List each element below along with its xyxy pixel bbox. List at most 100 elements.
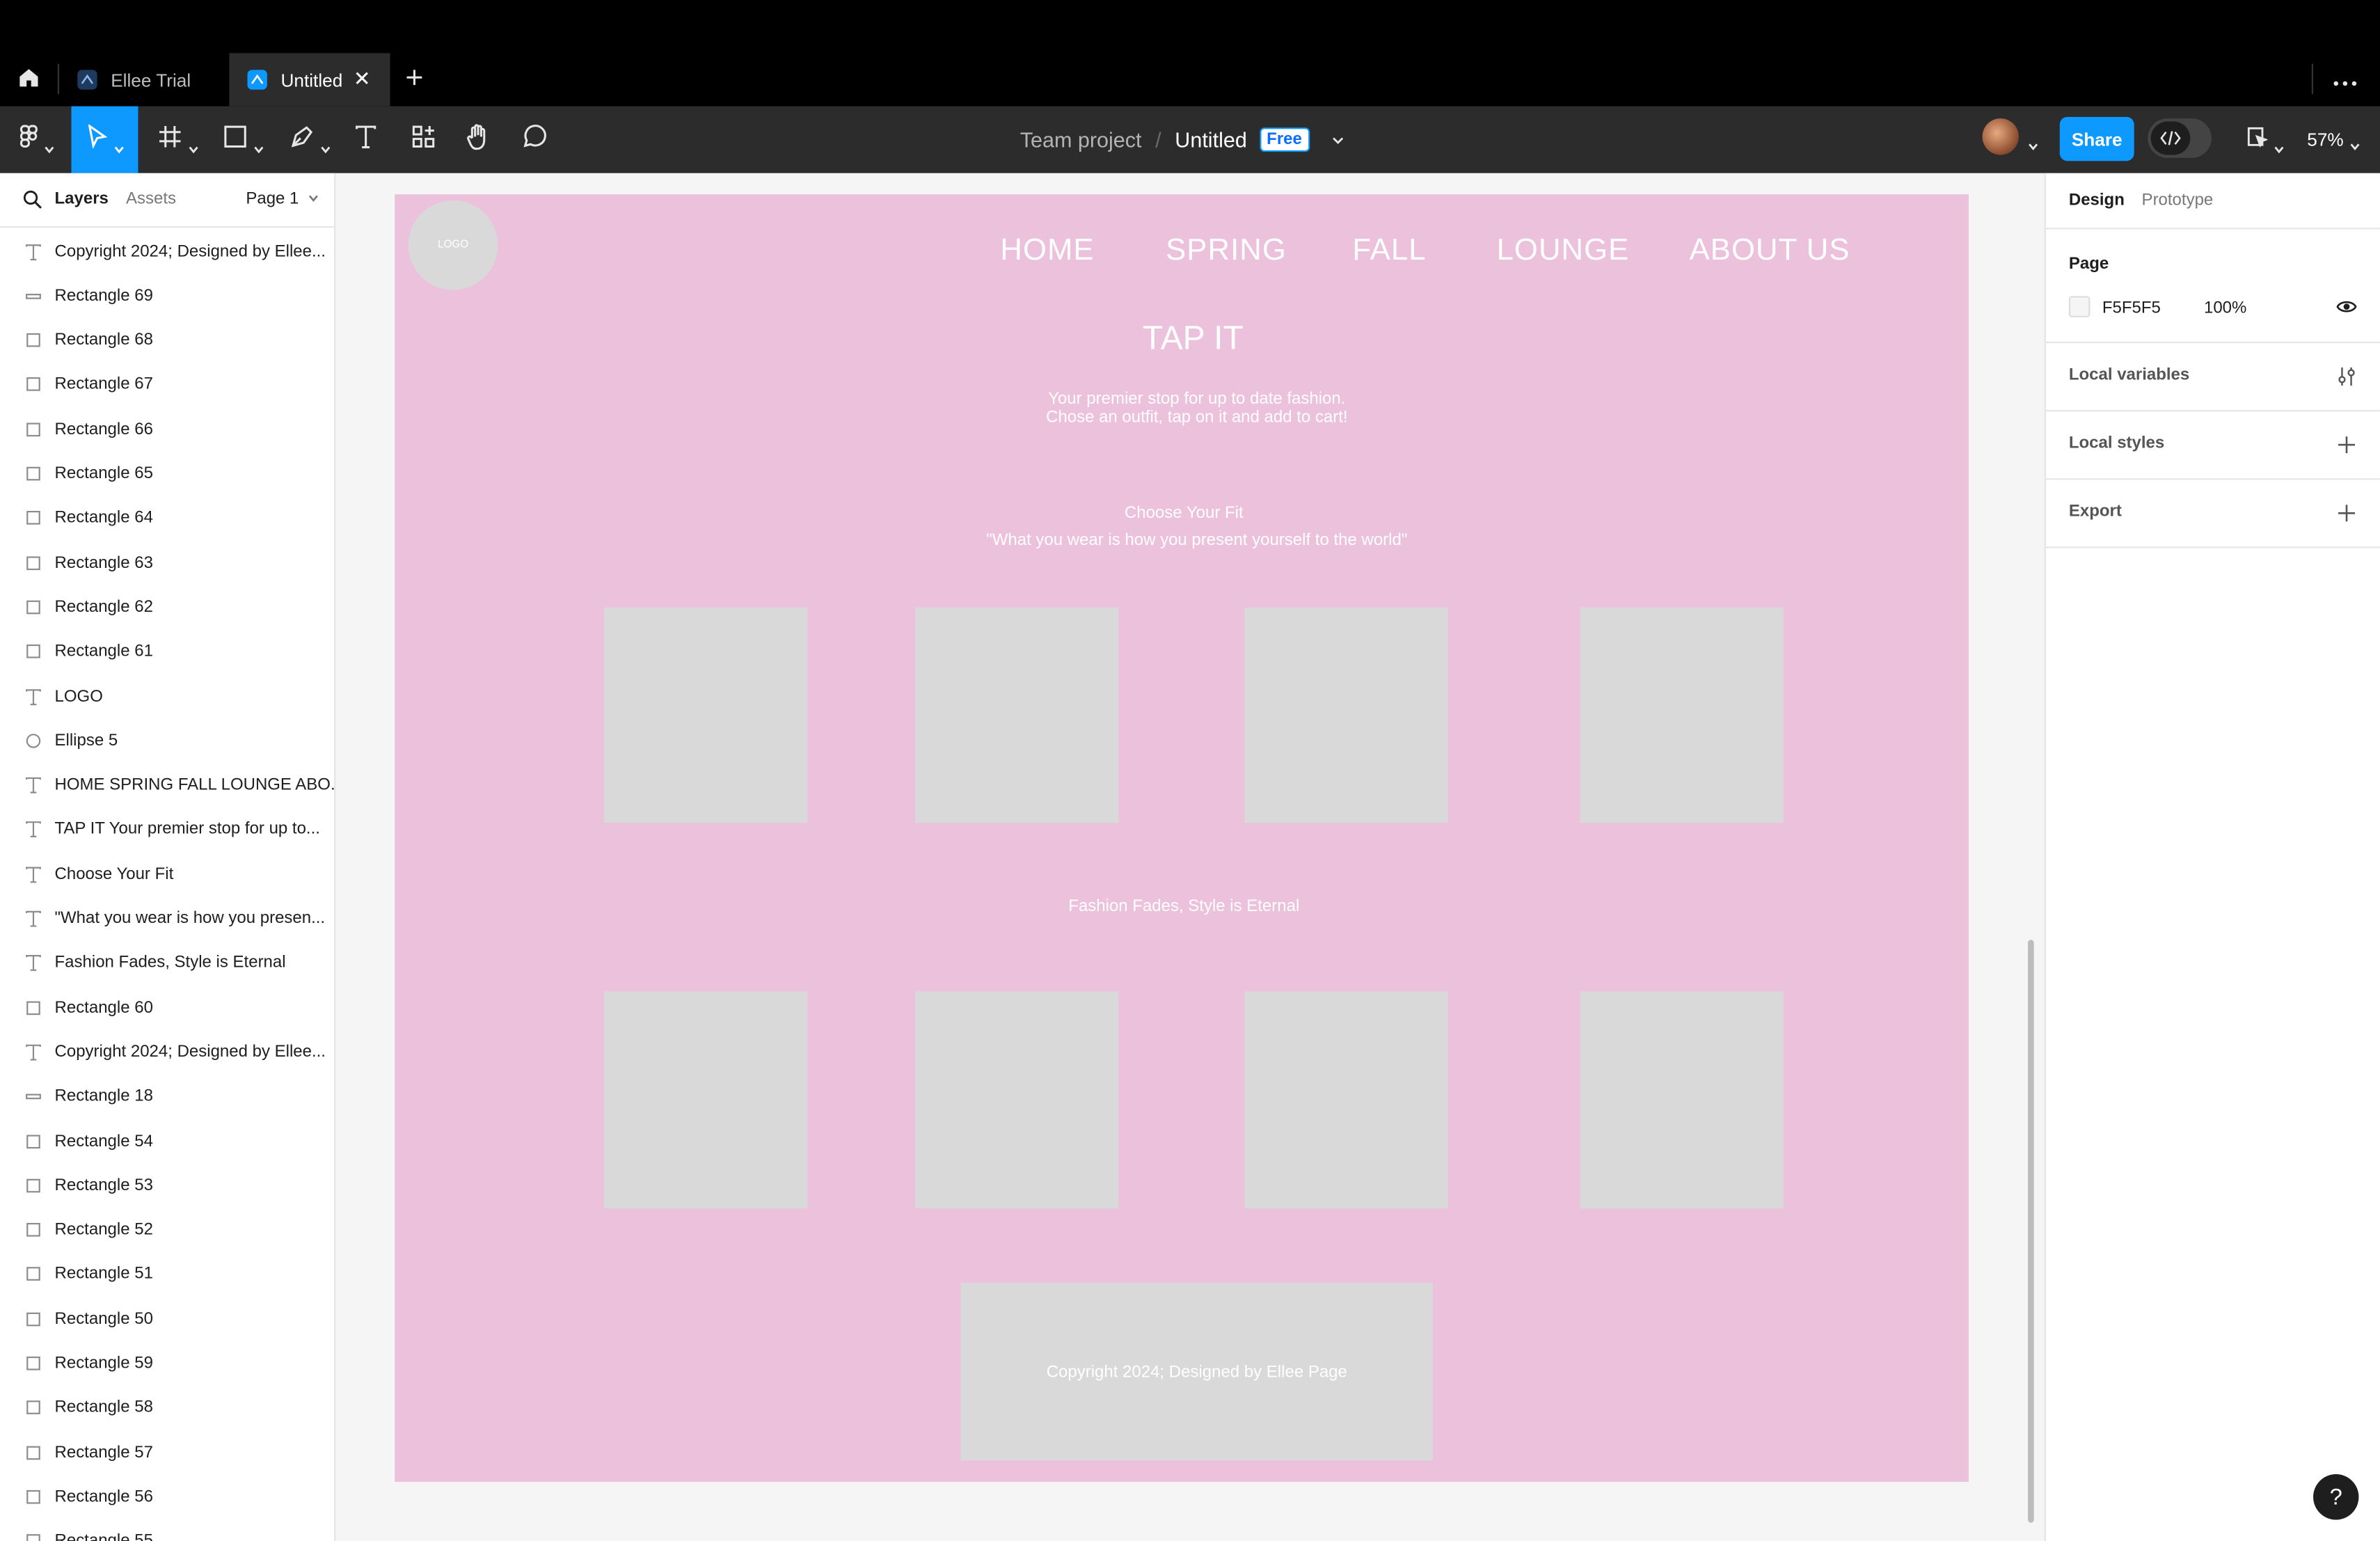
layer-row[interactable]: Choose Your Fit xyxy=(0,852,334,896)
rectangle-layer-icon xyxy=(24,1399,42,1417)
nav-spring[interactable]: SPRING xyxy=(1166,234,1287,269)
layer-row[interactable]: LOGO xyxy=(0,674,334,718)
layer-row[interactable]: Rectangle 58 xyxy=(0,1386,334,1430)
layer-row[interactable]: Rectangle 57 xyxy=(0,1430,334,1474)
text-layer-icon xyxy=(24,776,42,794)
section-2-title[interactable]: Fashion Fades, Style is Eternal xyxy=(395,897,1973,915)
nav-about-us[interactable]: ABOUT US xyxy=(1690,234,1850,269)
layer-row[interactable]: Rectangle 54 xyxy=(0,1119,334,1163)
layer-row[interactable]: TAP IT Your premier stop for up to... xyxy=(0,807,334,851)
page-color-value[interactable]: F5F5F5 xyxy=(2102,299,2161,317)
layer-row[interactable]: Rectangle 59 xyxy=(0,1341,334,1385)
add-style-plus-icon[interactable] xyxy=(2336,434,2358,456)
avatar[interactable] xyxy=(1982,118,2019,155)
product-card[interactable] xyxy=(604,607,808,823)
variables-icon[interactable] xyxy=(2336,366,2358,388)
move-tool-button[interactable] xyxy=(71,106,138,173)
canvas-scrollbar[interactable] xyxy=(2027,940,2034,1523)
resources-tool-button[interactable] xyxy=(405,106,441,173)
tab-layers[interactable]: Layers xyxy=(55,190,109,208)
layer-row[interactable]: Rectangle 65 xyxy=(0,452,334,496)
home-tab[interactable] xyxy=(0,53,58,106)
layer-row[interactable]: Rectangle 51 xyxy=(0,1252,334,1296)
tab-ellee-trial[interactable]: Ellee Trial xyxy=(59,53,229,106)
nav-home[interactable]: HOME xyxy=(1000,234,1094,269)
layer-row[interactable]: Fashion Fades, Style is Eternal xyxy=(0,941,334,985)
layer-row[interactable]: Rectangle 56 xyxy=(0,1475,334,1519)
hero-tagline-line-1[interactable]: Your premier stop for up to date fashion… xyxy=(395,390,1999,409)
layer-name: Copyright 2024; Designed by Ellee... xyxy=(54,242,326,261)
page-selector[interactable]: Page 1 xyxy=(246,190,319,208)
logo-ellipse[interactable]: LOGO xyxy=(408,200,498,290)
layer-row[interactable]: Rectangle 67 xyxy=(0,363,334,406)
product-card[interactable] xyxy=(915,991,1119,1209)
text-layer-icon xyxy=(24,865,42,883)
product-card[interactable] xyxy=(604,991,808,1209)
help-button[interactable]: ? xyxy=(2313,1474,2359,1520)
text-tool-button[interactable] xyxy=(347,106,383,173)
hand-tool-button[interactable] xyxy=(460,106,496,173)
tab-untitled[interactable]: Untitled xyxy=(229,53,390,106)
product-card[interactable] xyxy=(915,607,1119,823)
section-title[interactable]: Choose Your Fit xyxy=(395,504,1973,522)
layer-row[interactable]: "What you wear is how you presen... xyxy=(0,896,334,940)
search-icon[interactable] xyxy=(23,190,42,217)
rectangle-layer-icon xyxy=(24,998,42,1016)
eye-icon[interactable] xyxy=(2336,296,2358,323)
quote-text[interactable]: "What you wear is how you present yourse… xyxy=(395,531,1999,549)
present-button[interactable] xyxy=(2242,106,2287,173)
main-menu-button[interactable] xyxy=(12,106,61,173)
layer-row[interactable]: Rectangle 66 xyxy=(0,407,334,451)
nav-fall[interactable]: FALL xyxy=(1352,234,1426,269)
nav-lounge[interactable]: LOUNGE xyxy=(1497,234,1630,269)
add-export-plus-icon[interactable] xyxy=(2336,503,2358,524)
file-menu-chevron-icon[interactable] xyxy=(1331,133,1344,147)
product-card[interactable] xyxy=(1580,607,1784,823)
tab-design[interactable]: Design xyxy=(2069,191,2125,210)
hero-tagline-line-2[interactable]: Chose an outfit, tap on it and add to ca… xyxy=(395,409,1999,427)
layer-row[interactable]: Rectangle 53 xyxy=(0,1164,334,1208)
layer-row[interactable]: Rectangle 55 xyxy=(0,1519,334,1541)
layer-row[interactable]: Rectangle 69 xyxy=(0,274,334,317)
product-card[interactable] xyxy=(1244,607,1448,823)
page-opacity-value[interactable]: 100% xyxy=(2204,299,2246,317)
comment-tool-button[interactable] xyxy=(516,106,553,173)
layer-row[interactable]: Copyright 2024; Designed by Ellee... xyxy=(0,229,334,273)
tab-assets[interactable]: Assets xyxy=(126,190,176,208)
page-color-swatch[interactable] xyxy=(2068,296,2091,317)
hero-title[interactable]: TAP IT xyxy=(395,319,1992,358)
product-card[interactable] xyxy=(1244,991,1448,1209)
new-tab-button[interactable] xyxy=(392,53,437,106)
footer-box[interactable]: Copyright 2024; Designed by Ellee Page xyxy=(960,1283,1433,1461)
chevron-down-icon xyxy=(2349,134,2360,150)
layer-row[interactable]: Rectangle 68 xyxy=(0,318,334,362)
close-icon[interactable] xyxy=(354,70,370,91)
zoom-menu[interactable]: 57% xyxy=(2307,106,2360,173)
tab-prototype[interactable]: Prototype xyxy=(2142,191,2214,210)
layer-row[interactable]: Rectangle 63 xyxy=(0,541,334,585)
project-name[interactable]: Team project xyxy=(1020,127,1142,152)
product-card[interactable] xyxy=(1580,991,1784,1209)
layer-row[interactable]: Rectangle 64 xyxy=(0,496,334,540)
dev-mode-toggle[interactable] xyxy=(2148,118,2212,158)
design-frame[interactable]: LOGO HOME SPRING FALL LOUNGE ABOUT US TA… xyxy=(395,194,1969,1482)
layer-row[interactable]: Ellipse 5 xyxy=(0,718,334,762)
canvas[interactable]: LOGO HOME SPRING FALL LOUNGE ABOUT US TA… xyxy=(335,173,2045,1541)
layer-row[interactable]: Rectangle 61 xyxy=(0,630,334,674)
layer-row[interactable]: Rectangle 52 xyxy=(0,1208,334,1251)
more-options-button[interactable] xyxy=(2322,53,2367,106)
share-button[interactable]: Share xyxy=(2059,116,2134,161)
local-variables-label[interactable]: Local variables xyxy=(2069,366,2189,384)
layer-row[interactable]: Copyright 2024; Designed by Ellee... xyxy=(0,1030,334,1074)
layer-row[interactable]: Rectangle 60 xyxy=(0,986,334,1029)
footer-copyright[interactable]: Copyright 2024; Designed by Ellee Page xyxy=(1047,1363,1347,1381)
layer-row[interactable]: HOME SPRING FALL LOUNGE ABO... xyxy=(0,763,334,807)
chevron-down-icon[interactable] xyxy=(2028,132,2038,159)
shape-tool-button[interactable] xyxy=(217,106,269,173)
file-name[interactable]: Untitled xyxy=(1175,127,1247,152)
layer-row[interactable]: Rectangle 50 xyxy=(0,1297,334,1341)
layer-row[interactable]: Rectangle 62 xyxy=(0,585,334,629)
layer-row[interactable]: Rectangle 18 xyxy=(0,1075,334,1119)
pen-tool-button[interactable] xyxy=(284,106,335,173)
frame-tool-button[interactable] xyxy=(153,106,202,173)
